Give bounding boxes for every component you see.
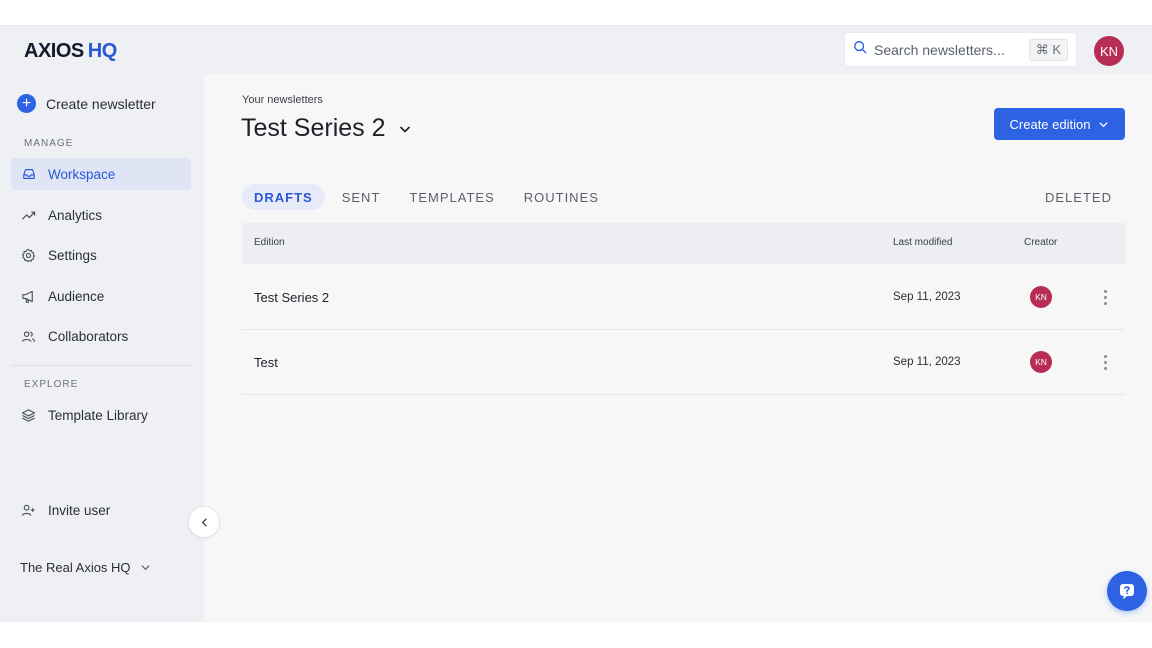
sidebar-item-settings[interactable]: Settings: [11, 239, 191, 271]
column-header-creator[interactable]: Creator: [1024, 237, 1057, 248]
row-menu-icon[interactable]: [1097, 351, 1113, 373]
organization-name: The Real Axios HQ: [20, 560, 131, 575]
sidebar: + Create newsletter MANAGE Workspace Ana…: [0, 74, 204, 622]
help-chat-button[interactable]: [1107, 571, 1147, 611]
layers-icon: [21, 408, 36, 423]
tab-routines[interactable]: ROUTINES: [512, 184, 611, 210]
sidebar-item-analytics[interactable]: Analytics: [11, 199, 191, 231]
inbox-icon: [21, 167, 36, 182]
megaphone-icon: [21, 289, 36, 304]
sidebar-item-label: Settings: [48, 247, 97, 263]
search-placeholder: Search newsletters...: [874, 41, 1005, 58]
sidebar-item-label: Audience: [48, 288, 105, 304]
invite-user-button[interactable]: Invite user: [11, 494, 191, 526]
create-newsletter-label: Create newsletter: [46, 95, 156, 112]
manage-section-label: MANAGE: [24, 138, 74, 149]
edition-tabs: DRAFTS SENT TEMPLATES ROUTINES: [242, 184, 616, 210]
newsletter-selector[interactable]: Test Series 2: [241, 114, 412, 143]
search-shortcut-hint: ⌘ K: [1028, 39, 1068, 61]
tab-deleted[interactable]: DELETED: [1045, 184, 1112, 210]
bottom-strip: [0, 622, 1152, 648]
sidebar-item-label: Template Library: [48, 407, 148, 423]
top-strip: [0, 0, 1152, 26]
sidebar-item-audience[interactable]: Audience: [11, 280, 191, 312]
tab-drafts[interactable]: DRAFTS: [242, 184, 325, 210]
creator-avatar: KN: [1030, 286, 1052, 308]
gear-icon: [21, 248, 36, 263]
plus-icon: +: [17, 94, 36, 113]
tab-sent[interactable]: SENT: [330, 184, 393, 210]
tab-templates[interactable]: TEMPLATES: [397, 184, 506, 210]
search-icon: [853, 40, 867, 59]
search-box[interactable]: Search newsletters... ⌘ K: [844, 32, 1077, 67]
edition-name: Test: [254, 355, 278, 370]
sidebar-item-collaborators[interactable]: Collaborators: [11, 320, 191, 352]
row-menu-icon[interactable]: [1097, 286, 1113, 308]
sidebar-item-workspace[interactable]: Workspace: [11, 158, 191, 190]
sidebar-item-label: Analytics: [48, 207, 103, 223]
main-content: Your newsletters Test Series 2 Create ed…: [204, 74, 1152, 622]
last-modified-date: Sep 11, 2023: [893, 356, 961, 368]
column-header-edition[interactable]: Edition: [254, 237, 285, 248]
table-header: Edition Last modified Creator: [242, 223, 1125, 264]
add-user-icon: [21, 503, 36, 518]
table-row[interactable]: Test Series 2 Sep 11, 2023 KN: [242, 265, 1125, 330]
breadcrumb[interactable]: Your newsletters: [242, 94, 323, 106]
create-newsletter-button[interactable]: + Create newsletter: [17, 94, 156, 113]
chevron-down-icon: [1090, 119, 1109, 130]
table-row[interactable]: Test Sep 11, 2023 KN: [242, 330, 1125, 395]
logo-accent-text: HQ: [87, 40, 118, 62]
sidebar-item-label: Collaborators: [48, 328, 129, 344]
chat-help-icon: [1117, 581, 1137, 601]
create-edition-label: Create edition: [1009, 116, 1091, 132]
app-header: AXIOS HQ Search newsletters... ⌘ K KN: [0, 26, 1152, 74]
sidebar-divider: [11, 365, 193, 366]
axios-hq-logo[interactable]: AXIOS HQ: [24, 40, 117, 63]
chevron-down-icon: [140, 562, 151, 573]
users-icon: [21, 329, 36, 344]
edition-name: Test Series 2: [254, 290, 330, 305]
column-header-last-modified[interactable]: Last modified: [893, 237, 952, 248]
logo-text: AXIOS: [24, 40, 84, 62]
invite-user-label: Invite user: [48, 502, 111, 518]
user-avatar[interactable]: KN: [1094, 36, 1124, 66]
explore-section-label: EXPLORE: [24, 379, 79, 390]
trend-icon: [21, 208, 36, 223]
creator-avatar: KN: [1030, 351, 1052, 373]
sidebar-item-template-library[interactable]: Template Library: [11, 399, 191, 431]
organization-switcher[interactable]: The Real Axios HQ: [20, 560, 151, 575]
chevron-down-icon: [386, 122, 412, 136]
create-edition-button[interactable]: Create edition: [994, 108, 1125, 140]
app-window: AXIOS HQ Search newsletters... ⌘ K KN + C…: [0, 26, 1152, 622]
last-modified-date: Sep 11, 2023: [893, 291, 961, 303]
page-title: Test Series 2: [241, 114, 386, 142]
sidebar-item-label: Workspace: [48, 166, 116, 182]
